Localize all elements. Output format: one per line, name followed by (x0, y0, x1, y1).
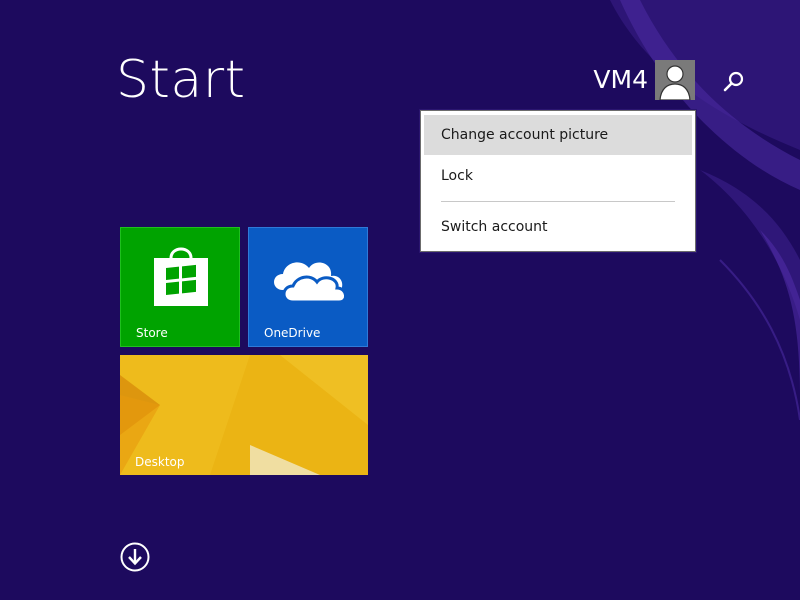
store-tile-label: Store (136, 326, 168, 340)
desktop-tile[interactable]: Desktop (120, 355, 368, 475)
cloud-icon (274, 262, 347, 304)
store-bag-icon (154, 247, 208, 306)
onedrive-tile-label: OneDrive (264, 326, 321, 340)
change-account-picture-item[interactable]: Change account picture (424, 115, 692, 155)
desktop-tile-label: Desktop (135, 455, 185, 469)
store-tile[interactable]: Store (120, 227, 240, 347)
lock-item[interactable]: Lock (424, 156, 692, 196)
user-name[interactable]: VM4 (593, 64, 648, 96)
onedrive-tile[interactable]: OneDrive (248, 227, 368, 347)
account-menu: Change account picture Lock Switch accou… (420, 110, 696, 252)
search-icon (723, 71, 744, 92)
user-avatar[interactable] (655, 60, 695, 100)
menu-divider (441, 201, 675, 202)
search-button[interactable] (720, 68, 748, 96)
all-apps-button[interactable] (120, 542, 150, 572)
page-title: Start (116, 50, 246, 110)
down-arrow-circle-icon (120, 542, 150, 572)
switch-account-item[interactable]: Switch account (424, 207, 692, 247)
user-silhouette-icon (655, 60, 695, 100)
